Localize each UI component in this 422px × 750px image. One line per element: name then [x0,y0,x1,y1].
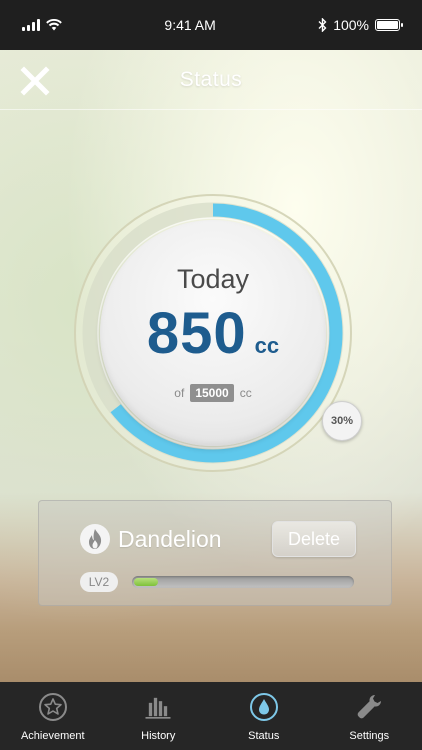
goal-row: of 15000 cc [100,384,326,402]
battery-icon [375,19,403,31]
plant-name: Dandelion [118,526,222,552]
delete-button[interactable]: Delete [272,521,356,557]
intake-amount: 850 cc [100,300,326,367]
tab-settings[interactable]: Settings [317,682,422,750]
tab-label: Settings [349,730,390,742]
goal-unit: cc [239,386,252,400]
goal-prefix: of [174,386,185,400]
wrench-icon [357,695,382,719]
intake-unit: cc [254,333,280,358]
page-title: Status [179,67,243,91]
level-progress-fill [134,578,158,586]
tab-status[interactable]: Status [211,682,317,750]
tab-achievement[interactable]: Achievement [0,682,106,750]
battery-indicators: 100% [318,17,403,33]
goal-value: 15000 [190,384,234,402]
level-progress-bar [132,576,354,588]
bar-chart-icon [145,697,171,719]
flame-icon [89,529,102,549]
tab-label: History [141,730,176,742]
clock: 9:41 AM [164,17,216,33]
wifi-icon [46,19,62,31]
plant-avatar [80,524,110,554]
tab-history[interactable]: History [106,682,212,750]
connectivity-indicators [22,19,62,31]
level-badge: LV2 [80,572,118,592]
bluetooth-icon [318,18,327,32]
star-badge-icon [38,693,67,721]
percent-badge: 30% [322,401,362,441]
water-drop-icon [249,693,278,721]
tab-bar: Achievement History Status Settings [0,682,422,750]
close-button[interactable] [18,64,52,98]
tab-label: Status [248,730,280,742]
status-bar: 9:41 AM 100% [0,0,422,50]
battery-percent: 100% [333,17,369,33]
tab-label: Achievement [20,730,85,742]
close-icon [20,66,50,96]
signal-icon [22,19,40,31]
header: Status [0,50,422,110]
intake-value: 850 [146,301,247,366]
today-label: Today [176,264,250,294]
